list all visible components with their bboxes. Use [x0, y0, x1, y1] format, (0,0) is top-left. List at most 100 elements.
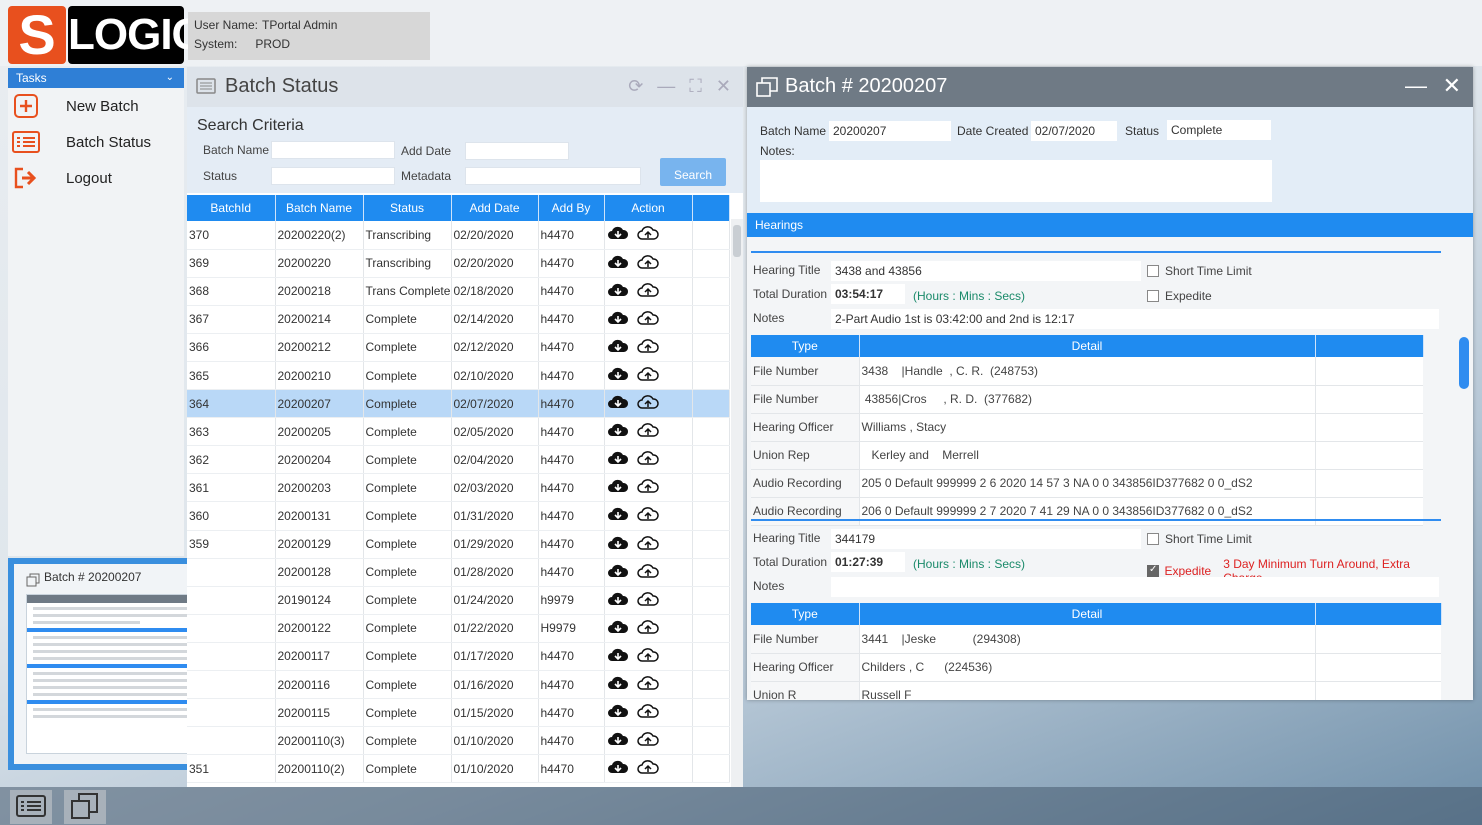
search-button[interactable]: Search [660, 164, 726, 186]
table-row[interactable]: 361 20200203 Complete 02/03/2020 h4470 [187, 473, 730, 503]
batch-name-input[interactable] [271, 141, 395, 159]
sidebar-item-new-batch[interactable]: New Batch [8, 88, 184, 124]
cloud-download-icon[interactable] [607, 253, 629, 274]
add-date-input[interactable] [465, 142, 569, 160]
table-row[interactable]: 20200116 Complete 01/16/2020 h4470 [187, 670, 730, 700]
cloud-upload-icon[interactable] [636, 674, 659, 695]
scrollbar-thumb[interactable] [733, 225, 741, 257]
metadata-input[interactable] [465, 167, 641, 185]
detail-row[interactable]: File Number 3441 |Jeske (294308) [751, 625, 1441, 654]
status-field[interactable]: Complete [1167, 120, 1271, 140]
cloud-download-icon[interactable] [607, 646, 629, 667]
detail-row[interactable]: Hearing Officer Childers , C (224536) [751, 653, 1441, 682]
hearing-notes-field[interactable]: 2-Part Audio 1st is 03:42:00 and 2nd is … [831, 309, 1439, 329]
cloud-download-icon[interactable] [607, 534, 629, 555]
cloud-upload-icon[interactable] [636, 618, 659, 639]
table-row[interactable]: 20200110(3) Complete 01/10/2020 h4470 [187, 726, 730, 756]
expedite-checkbox[interactable]: Expedite [1147, 289, 1212, 303]
cloud-upload-icon[interactable] [636, 758, 659, 779]
cloud-download-icon[interactable] [607, 477, 629, 498]
short-time-limit-checkbox[interactable]: Short Time Limit [1147, 264, 1252, 278]
cloud-download-icon[interactable] [607, 365, 629, 386]
cloud-download-icon[interactable] [607, 393, 629, 414]
cloud-download-icon[interactable] [607, 309, 629, 330]
cloud-upload-icon[interactable] [636, 646, 659, 667]
close-icon[interactable]: ✕ [716, 76, 731, 97]
detail-row[interactable]: File Number 3438 |Handle , C. R. (248753) [751, 357, 1423, 386]
detail-row[interactable]: Audio Recording 205 0 Default 999999 2 6 … [751, 469, 1423, 498]
hearing-title-field[interactable]: 344179 [831, 529, 1141, 549]
cloud-download-icon[interactable] [607, 758, 629, 779]
cloud-upload-icon[interactable] [636, 562, 659, 583]
sidebar-item-logout[interactable]: Logout [8, 160, 184, 196]
cloud-download-icon[interactable] [607, 421, 629, 442]
detail-row[interactable]: Hearing Officer Williams , Stacy [751, 413, 1423, 442]
table-row[interactable]: 20190124 Complete 01/24/2020 h9979 [187, 586, 730, 615]
column-header[interactable]: Add By [538, 195, 605, 221]
table-row[interactable]: 20200117 Complete 01/17/2020 h4470 [187, 642, 730, 672]
short-time-limit-checkbox[interactable]: Short Time Limit [1147, 532, 1252, 546]
cloud-upload-icon[interactable] [636, 730, 659, 751]
status-input[interactable] [271, 167, 395, 185]
table-row[interactable]: 364 20200207 Complete 02/07/2020 h4470 [187, 389, 730, 419]
refresh-icon[interactable]: ⟳ [628, 76, 643, 97]
close-icon[interactable]: ✕ [1443, 73, 1461, 99]
batch-name-field[interactable]: 20200207 [829, 121, 951, 141]
date-created-field[interactable]: 02/07/2020 [1031, 121, 1117, 141]
cloud-upload-icon[interactable] [636, 309, 659, 330]
table-row[interactable]: 360 20200131 Complete 01/31/2020 h4470 [187, 501, 730, 531]
cloud-download-icon[interactable] [607, 730, 629, 751]
table-row[interactable]: 369 20200220 Transcribing 02/20/2020 h4470 [187, 249, 730, 278]
cloud-upload-icon[interactable] [636, 281, 659, 302]
scrollbar-thumb[interactable] [1459, 337, 1469, 389]
cloud-upload-icon[interactable] [636, 534, 659, 555]
cloud-download-icon[interactable] [607, 337, 629, 358]
table-row[interactable]: 368 20200218 Trans Complete 02/18/2020 h4470 [187, 277, 730, 306]
taskbar-batch-detail-button[interactable] [64, 790, 106, 824]
table-row[interactable]: 363 20200205 Complete 02/05/2020 h4470 [187, 417, 730, 447]
detail-row[interactable]: File Number 43856|Cros , R. D. (377682) [751, 385, 1423, 414]
hearings-scrollbar[interactable] [1459, 329, 1469, 689]
cloud-upload-icon[interactable] [636, 224, 659, 245]
table-row[interactable]: 20200115 Complete 01/15/2020 h4470 [187, 698, 730, 728]
cloud-download-icon[interactable] [607, 590, 629, 611]
notes-textarea[interactable] [760, 160, 1272, 202]
cloud-upload-icon[interactable] [636, 477, 659, 498]
column-header[interactable]: BatchId [187, 195, 276, 221]
cloud-download-icon[interactable] [607, 674, 629, 695]
tasks-header[interactable]: Tasks ⌄ [8, 68, 184, 88]
cloud-upload-icon[interactable] [636, 421, 659, 442]
detail-row[interactable]: Union Rep Kerley and Merrell [751, 441, 1423, 470]
table-row[interactable]: 370 20200220(2) Transcribing 02/20/2020 h447… [187, 221, 730, 250]
cloud-download-icon[interactable] [607, 449, 629, 470]
hearing-title-field[interactable]: 3438 and 43856 [831, 261, 1141, 281]
table-scrollbar[interactable] [731, 219, 743, 787]
cloud-download-icon[interactable] [607, 562, 629, 583]
table-row[interactable]: 365 20200210 Complete 02/10/2020 h4470 [187, 361, 730, 391]
column-header[interactable]: Action [604, 195, 693, 221]
minimize-icon[interactable]: — [657, 76, 675, 97]
cloud-upload-icon[interactable] [636, 702, 659, 723]
cloud-upload-icon[interactable] [636, 449, 659, 470]
cloud-download-icon[interactable] [607, 618, 629, 639]
cloud-download-icon[interactable] [607, 224, 629, 245]
column-header[interactable]: Status [363, 195, 452, 221]
cloud-download-icon[interactable] [607, 281, 629, 302]
column-header[interactable]: Batch Name [275, 195, 364, 221]
cloud-upload-icon[interactable] [636, 365, 659, 386]
cloud-upload-icon[interactable] [636, 393, 659, 414]
table-row[interactable]: 366 20200212 Complete 02/12/2020 h4470 [187, 333, 730, 362]
table-row[interactable]: 359 20200129 Complete 01/29/2020 h4470 [187, 530, 730, 559]
minimize-icon[interactable]: — [1405, 73, 1427, 99]
cloud-download-icon[interactable] [607, 505, 629, 526]
chevron-down-icon[interactable]: ⌄ [166, 68, 174, 88]
sidebar-item-batch-status[interactable]: Batch Status [8, 124, 184, 160]
table-row[interactable]: 362 20200204 Complete 02/04/2020 h4470 [187, 445, 730, 475]
table-row[interactable]: 351 20200110(2) Complete 01/10/2020 h4470 [187, 754, 730, 784]
cloud-upload-icon[interactable] [636, 253, 659, 274]
detail-row[interactable]: Union R Russell F [751, 681, 1441, 700]
column-header[interactable]: Add Date [451, 195, 539, 221]
maximize-icon[interactable]: ⛶ [689, 76, 702, 97]
hearing-notes-field[interactable] [831, 577, 1439, 597]
cloud-upload-icon[interactable] [636, 590, 659, 611]
